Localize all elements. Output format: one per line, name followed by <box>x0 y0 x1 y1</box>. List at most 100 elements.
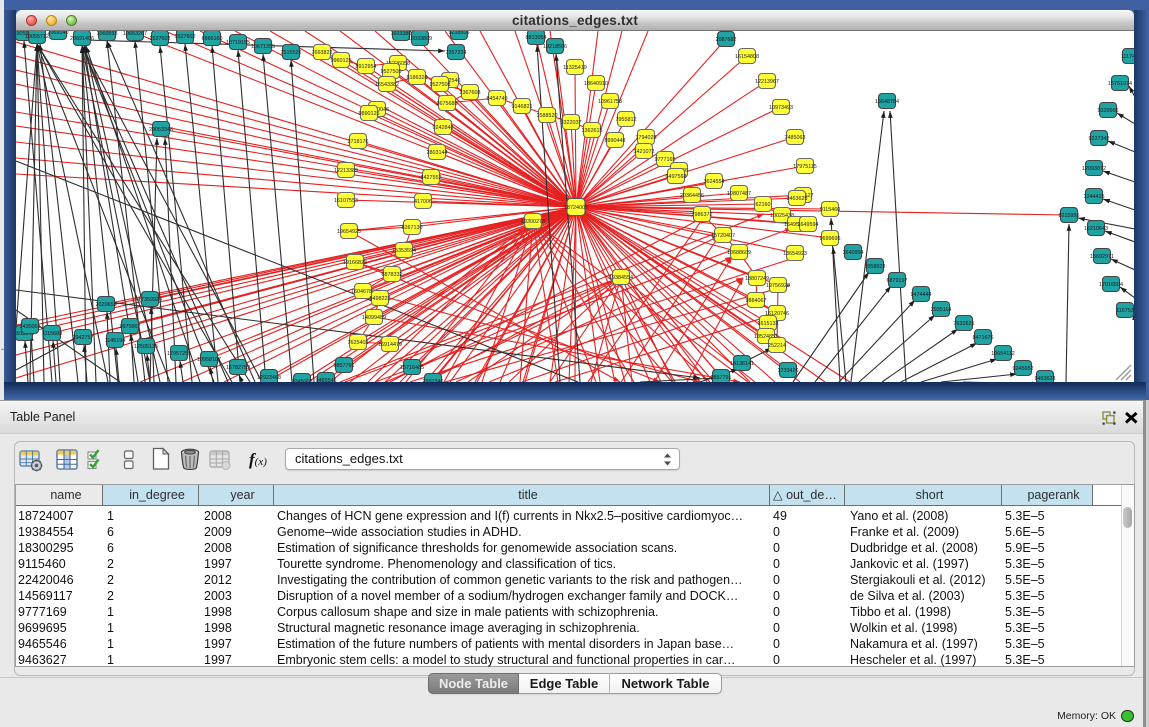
svg-text:2935114: 2935114 <box>931 307 952 313</box>
svg-text:9242848: 9242848 <box>433 125 454 131</box>
svg-text:15720407: 15720407 <box>711 233 735 239</box>
svg-text:14099489: 14099489 <box>362 315 386 321</box>
svg-text:417006: 417006 <box>414 199 432 205</box>
svg-text:8267130: 8267130 <box>402 225 423 231</box>
svg-text:9245652: 9245652 <box>1013 366 1034 372</box>
svg-text:1435061: 1435061 <box>20 324 41 330</box>
svg-text:2069140: 2069140 <box>48 31 69 36</box>
svg-text:19300273: 19300273 <box>521 219 545 225</box>
svg-text:7663822: 7663822 <box>312 50 333 56</box>
svg-text:12213389: 12213389 <box>334 168 358 174</box>
svg-text:6966160: 6966160 <box>202 36 223 42</box>
svg-text:9527508: 9527508 <box>430 82 451 88</box>
svg-text:12505135: 12505135 <box>134 344 158 350</box>
svg-text:8322037: 8322037 <box>561 120 582 126</box>
svg-text:18640910: 18640910 <box>584 81 608 87</box>
svg-text:1362615: 1362615 <box>582 128 603 134</box>
svg-text:6879197: 6879197 <box>887 278 908 284</box>
svg-text:1145194: 1145194 <box>105 338 126 344</box>
svg-text:62160: 62160 <box>756 202 771 208</box>
svg-text:10958107: 10958107 <box>197 357 221 363</box>
svg-text:252214: 252214 <box>768 343 786 349</box>
svg-text:8427552: 8427552 <box>421 175 442 181</box>
svg-text:9777169: 9777169 <box>655 157 676 163</box>
svg-text:7955812: 7955812 <box>616 117 637 123</box>
svg-text:19055712: 19055712 <box>25 34 49 40</box>
svg-text:11325419: 11325419 <box>563 65 587 71</box>
svg-text:12213967: 12213967 <box>755 79 779 85</box>
svg-text:116753: 116753 <box>1116 308 1134 314</box>
svg-text:1640954: 1640954 <box>843 250 864 256</box>
svg-text:13654923: 13654923 <box>783 251 807 257</box>
svg-text:14136141: 14136141 <box>730 361 754 367</box>
svg-text:1794028: 1794028 <box>636 135 657 141</box>
svg-text:1117404: 1117404 <box>1121 54 1134 60</box>
svg-text:9329966: 9329966 <box>1098 108 1119 114</box>
svg-text:7485063: 7485063 <box>785 135 806 141</box>
svg-text:9227342: 9227342 <box>1089 136 1110 142</box>
svg-text:16914479: 16914479 <box>378 342 402 348</box>
svg-text:10653267: 10653267 <box>123 31 147 37</box>
svg-text:7357224: 7357224 <box>446 50 467 56</box>
svg-text:1588520: 1588520 <box>537 113 558 119</box>
svg-text:6497568: 6497568 <box>666 174 687 180</box>
svg-text:9975867: 9975867 <box>120 324 141 330</box>
svg-text:16648784: 16648784 <box>875 99 899 105</box>
svg-text:12093872: 12093872 <box>1082 166 1106 172</box>
svg-text:10973493: 10973493 <box>769 105 793 111</box>
svg-text:9857791: 9857791 <box>711 375 732 381</box>
svg-text:15692971: 15692971 <box>1090 254 1114 260</box>
svg-text:9146821: 9146821 <box>512 104 533 110</box>
svg-text:17359924: 17359924 <box>138 297 162 303</box>
svg-text:16033809: 16033809 <box>408 36 432 42</box>
svg-text:8958923: 8958923 <box>865 264 886 270</box>
svg-text:1615132: 1615132 <box>758 321 779 327</box>
svg-text:7632621: 7632621 <box>954 321 975 327</box>
svg-text:16107553: 16107553 <box>334 198 358 204</box>
svg-text:8215955: 8215955 <box>1059 213 1080 219</box>
svg-text:9474444: 9474444 <box>911 292 932 298</box>
svg-text:16154808: 16154808 <box>735 54 759 60</box>
svg-text:15716485: 15716485 <box>400 365 424 371</box>
svg-text:7515526: 7515526 <box>281 50 302 56</box>
svg-text:2942757: 2942757 <box>73 335 94 341</box>
svg-text:9463628: 9463628 <box>787 196 808 202</box>
svg-text:29053346: 29053346 <box>149 127 173 133</box>
svg-text:15751074: 15751074 <box>1108 81 1132 87</box>
svg-text:9465546: 9465546 <box>316 378 337 382</box>
svg-text:3624554: 3624554 <box>704 179 725 185</box>
svg-text:10688609: 10688609 <box>727 250 751 256</box>
svg-text:9890125: 9890125 <box>359 111 380 117</box>
svg-text:19166825: 19166825 <box>343 260 367 266</box>
svg-text:18724007: 18724007 <box>564 205 588 211</box>
svg-text:9857791: 9857791 <box>334 363 355 369</box>
svg-text:8454749: 8454749 <box>487 96 508 102</box>
svg-text:3675685: 3675685 <box>437 101 458 107</box>
svg-text:8990448: 8990448 <box>605 138 626 144</box>
svg-text:19756928: 19756928 <box>766 283 790 289</box>
svg-text:9115460: 9115460 <box>820 207 841 213</box>
svg-text:20691406: 20691406 <box>70 36 94 42</box>
svg-text:7625402: 7625402 <box>348 340 369 346</box>
svg-text:2087682: 2087682 <box>716 37 737 43</box>
svg-text:12923468: 12923468 <box>257 375 281 381</box>
svg-text:16210643: 16210643 <box>1084 226 1108 232</box>
svg-text:19218506: 19218506 <box>543 44 567 50</box>
svg-text:8878332: 8878332 <box>382 272 403 278</box>
svg-text:9884067: 9884067 <box>746 298 767 304</box>
svg-text:1733426: 1733426 <box>778 368 799 374</box>
svg-text:19384554: 19384554 <box>609 275 633 281</box>
svg-text:1115689: 1115689 <box>42 331 62 337</box>
svg-text:9218506: 9218506 <box>449 31 470 36</box>
svg-text:8471676: 8471676 <box>973 335 994 341</box>
svg-text:9463628: 9463628 <box>1035 376 1056 382</box>
svg-text:1244415: 1244415 <box>1084 194 1105 200</box>
svg-text:9527505: 9527505 <box>381 69 402 75</box>
svg-text:20364456: 20364456 <box>680 193 704 199</box>
svg-text:16782759: 16782759 <box>226 365 250 371</box>
svg-text:2367608: 2367608 <box>460 90 481 96</box>
svg-text:10961758: 10961758 <box>598 99 622 105</box>
svg-text:16543382: 16543382 <box>375 82 399 88</box>
svg-text:1527602: 1527602 <box>175 34 196 40</box>
svg-text:8813054: 8813054 <box>526 35 547 41</box>
